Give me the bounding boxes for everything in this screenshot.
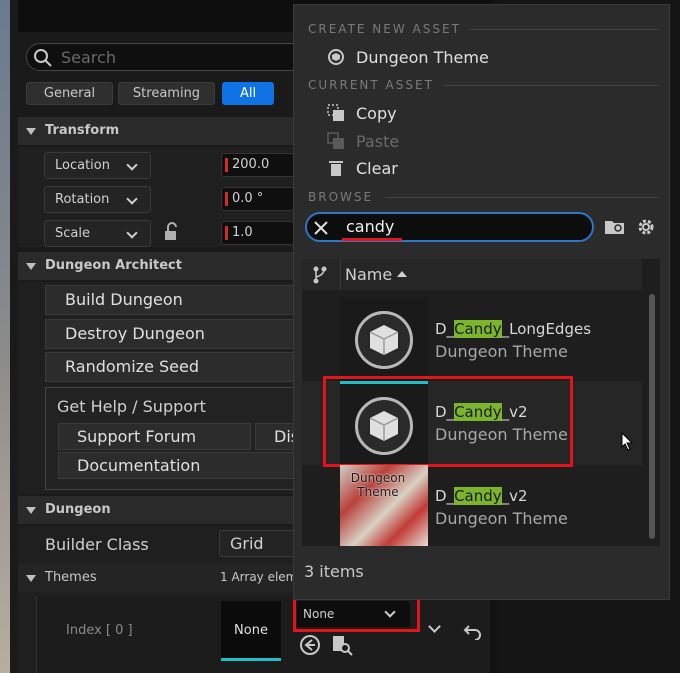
cube-icon — [355, 311, 413, 369]
asset-thumbnail — [340, 298, 428, 382]
sort-ascending-icon — [397, 271, 407, 277]
theme-asset-icon — [328, 49, 344, 65]
current-asset-header: CURRENT ASSET — [308, 78, 434, 92]
list-scrollbar[interactable] — [649, 294, 655, 539]
location-value: 200.0 — [232, 157, 270, 172]
asset-row[interactable]: D_Candy_LongEdges Dungeon Theme — [302, 298, 642, 382]
themes-label: Themes — [45, 570, 97, 585]
mouse-cursor-icon — [621, 432, 634, 451]
name-prefix: D_ — [435, 487, 455, 505]
browse-header: BROWSE — [308, 190, 374, 204]
help-title: Get Help / Support — [57, 397, 206, 416]
filter-text: candy — [346, 217, 395, 236]
asset-type: Dungeon Theme — [435, 509, 568, 528]
copy-menu-item[interactable]: Copy — [356, 104, 397, 123]
asset-row[interactable]: Dungeon Theme D_Candy_v2 Dungeon Theme — [302, 465, 642, 546]
name-match-highlight: Candy — [454, 487, 502, 505]
source-control-icon[interactable] — [312, 266, 328, 284]
clear-filter-icon[interactable] — [312, 219, 330, 237]
theme-thumbnail[interactable]: None — [221, 601, 281, 661]
rotation-value: 0.0 ° — [232, 191, 264, 206]
builder-class-value: Grid — [230, 534, 264, 553]
paste-menu-item[interactable]: Paste — [356, 132, 399, 151]
name-prefix: D_ — [435, 320, 455, 338]
collapse-arrow-icon — [26, 128, 36, 135]
lock-icon[interactable] — [162, 222, 182, 242]
build-dungeon-button[interactable]: Build Dungeon — [45, 285, 295, 315]
support-forum-button[interactable]: Support Forum — [58, 423, 251, 450]
thumbnail-caption: Dungeon Theme — [350, 471, 406, 499]
collapse-arrow-icon — [26, 263, 36, 270]
section-title: Dungeon Architect — [45, 258, 182, 273]
chevron-down-icon — [126, 227, 138, 239]
column-divider — [340, 259, 341, 290]
name-suffix: _v2 — [501, 487, 528, 505]
builder-class-label: Builder Class — [45, 535, 149, 554]
collapse-arrow-icon — [26, 507, 36, 514]
annotation-underline — [342, 238, 402, 241]
rotation-x-field[interactable]: 0.0 ° — [221, 187, 301, 211]
annotation-highlight-asset — [323, 376, 573, 467]
clear-menu-item[interactable]: Clear — [356, 159, 398, 178]
scale-x-field[interactable]: 1.0 — [221, 221, 301, 245]
builder-class-dropdown[interactable]: Grid — [219, 530, 299, 557]
asset-list-header: Name — [302, 259, 642, 290]
separator — [470, 29, 658, 30]
browse-asset-icon[interactable] — [331, 634, 353, 656]
paste-icon — [327, 132, 344, 149]
name-column-header[interactable]: Name — [345, 265, 392, 284]
rotation-label: Rotation — [55, 192, 110, 207]
randomize-seed-button[interactable]: Randomize Seed — [45, 352, 295, 382]
collapse-arrow-icon[interactable] — [26, 575, 36, 582]
use-selected-asset-icon[interactable] — [299, 634, 321, 656]
location-label: Location — [55, 158, 110, 173]
asset-name: D_Candy_v2 — [435, 487, 528, 505]
scale-label: Scale — [55, 226, 90, 241]
name-suffix: _LongEdges — [501, 320, 592, 338]
filter-all-button[interactable]: All — [222, 82, 274, 105]
filter-streaming-button[interactable]: Streaming — [118, 82, 215, 105]
gear-icon[interactable] — [635, 216, 657, 238]
item-count: 3 items — [304, 562, 364, 581]
create-dungeon-theme-item[interactable]: Dungeon Theme — [356, 48, 489, 67]
search-icon — [34, 49, 52, 67]
filter-general-button[interactable]: General — [26, 82, 113, 105]
search-placeholder: Search — [61, 48, 116, 67]
scale-value: 1.0 — [232, 225, 253, 240]
documentation-button[interactable]: Documentation — [58, 452, 305, 479]
create-new-asset-header: CREATE NEW ASSET — [308, 22, 461, 36]
copy-icon — [327, 104, 344, 121]
trash-icon — [329, 161, 343, 176]
folder-search-icon[interactable] — [604, 218, 626, 236]
location-dropdown[interactable]: Location — [44, 152, 151, 179]
rotation-dropdown[interactable]: Rotation — [44, 186, 151, 213]
index-label: Index [ 0 ] — [66, 623, 133, 638]
location-x-field[interactable]: 200.0 — [221, 153, 301, 177]
asset-type: Dungeon Theme — [435, 342, 568, 361]
chevron-down-icon — [126, 193, 138, 205]
chevron-down-icon — [126, 159, 138, 171]
asset-preview-image: Dungeon Theme — [340, 465, 428, 546]
scale-dropdown[interactable]: Scale — [44, 220, 151, 247]
reset-arrow-icon[interactable] — [463, 622, 483, 640]
themes-array-count: 1 Array elem — [220, 570, 298, 584]
section-title: Transform — [45, 123, 120, 138]
details-search-input[interactable]: Search — [26, 43, 326, 71]
separator — [385, 197, 658, 198]
asset-name: D_Candy_LongEdges — [435, 320, 591, 338]
asset-select-dropdown[interactable]: None — [297, 601, 410, 627]
viewport-edge — [0, 0, 10, 673]
asset-select-value: None — [303, 607, 335, 621]
section-title: Dungeon — [45, 502, 111, 517]
separator — [443, 85, 658, 86]
name-match-highlight: Candy — [454, 320, 502, 338]
destroy-dungeon-button[interactable]: Destroy Dungeon — [45, 319, 295, 349]
chevron-down-icon — [384, 606, 396, 618]
